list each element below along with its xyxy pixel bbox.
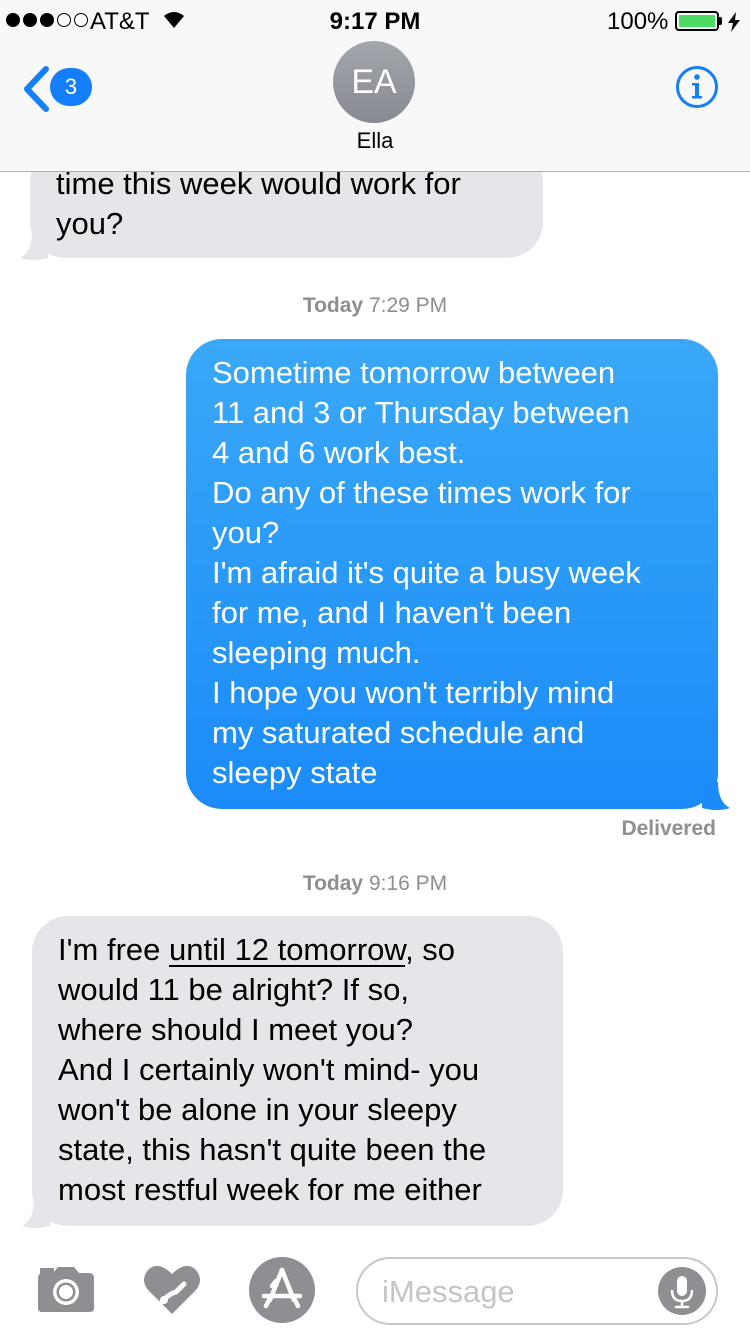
message-thread[interactable]: time this week would work for you? Today… [0, 0, 750, 1334]
message-line: 4 and 6 work best. [212, 435, 466, 470]
message-input[interactable] [382, 1271, 642, 1313]
battery-icon [675, 11, 719, 31]
message-line: state, this hasn't quite been the [58, 1132, 487, 1167]
message-line: where should I meet you? [58, 1012, 413, 1047]
battery-percent: 100% [607, 8, 669, 35]
message-text: , so [405, 932, 456, 967]
message-field[interactable] [356, 1257, 718, 1325]
unread-count-badge[interactable]: 3 [50, 68, 92, 106]
incoming-message-bubble[interactable]: I'm free until 12 tomorrow, so would 11 … [32, 916, 563, 1226]
delivered-status: Delivered [621, 817, 716, 840]
message-line: I hope you won't terribly mind [212, 675, 615, 710]
timestamp-day: Today [302, 294, 364, 317]
camera-icon[interactable] [36, 1264, 96, 1314]
message-line: Do any of these times work for [212, 475, 631, 510]
message-line: my saturated schedule and [212, 715, 585, 750]
dictation-button[interactable] [658, 1267, 706, 1315]
battery-nub [719, 17, 722, 25]
info-icon[interactable] [675, 65, 719, 109]
bubble-tail [22, 1200, 50, 1228]
contact-name[interactable]: Ella [0, 128, 750, 154]
contact-avatar[interactable]: EA [333, 41, 415, 123]
timestamp-time: 9:16 PM [368, 872, 448, 895]
message-line: 11 and 3 or Thursday between [212, 395, 630, 430]
navigation-header: AT&T 9:17 PM 100% 3 EA Ella [0, 0, 750, 172]
message-timestamp: Today 9:16 PM [0, 872, 750, 896]
message-line: won't be alone in your sleepy [58, 1092, 457, 1127]
chevron-left-icon [24, 66, 49, 112]
microphone-icon [670, 1276, 694, 1309]
bubble-tail [20, 232, 48, 260]
bolt-icon [728, 12, 740, 32]
timestamp-time: 7:29 PM [368, 294, 448, 317]
message-line: sleepy state [212, 755, 378, 790]
status-bar: AT&T 9:17 PM 100% [0, 0, 750, 40]
message-text: I'm free [58, 932, 169, 967]
message-line: I'm afraid it's quite a busy week [212, 555, 641, 590]
message-line: Sometime tomorrow between [212, 355, 616, 390]
message-line: would 11 be alright? If so, [58, 972, 409, 1007]
message-line: I'm free until 12 tomorrow, so [58, 930, 537, 970]
message-input-bar [0, 1240, 750, 1334]
message-timestamp: Today 7:29 PM [0, 294, 750, 318]
digital-touch-icon[interactable] [142, 1262, 202, 1316]
date-link[interactable]: until 12 tomorrow [169, 932, 405, 967]
message-line: for me, and I haven't been [212, 595, 572, 630]
message-line: most restful week for me either [58, 1172, 482, 1207]
outgoing-message-bubble[interactable]: Sometime tomorrow between 11 and 3 or Th… [186, 339, 718, 809]
message-line: sleeping much. [212, 635, 421, 670]
bubble-tail [702, 782, 730, 810]
message-line: And I certainly won't mind- you [58, 1052, 480, 1087]
message-line: you? [212, 515, 280, 550]
app-store-icon[interactable] [248, 1256, 316, 1324]
timestamp-day: Today [302, 872, 364, 895]
message-line: you? [56, 206, 124, 241]
